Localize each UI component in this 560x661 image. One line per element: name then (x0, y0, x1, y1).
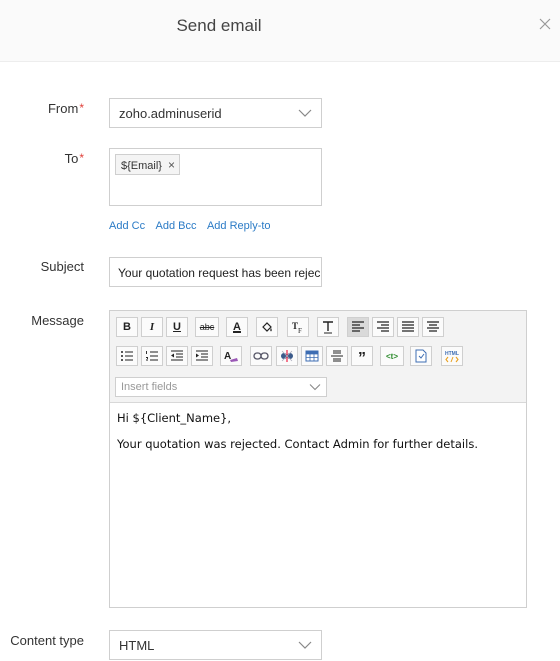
required-marker: * (79, 101, 84, 115)
svg-text:F: F (298, 327, 302, 334)
align-center-icon[interactable] (422, 317, 444, 337)
editor-toolbar: B I U abc A TF A ” <t> HTML Insert field… (110, 311, 526, 403)
to-field[interactable]: ${Email} × (109, 148, 322, 206)
message-label: Message (31, 313, 84, 328)
dialog-title: Send email (176, 16, 262, 35)
svg-text:A: A (224, 351, 231, 362)
italic-button[interactable]: I (141, 317, 163, 337)
bulleted-list-icon[interactable] (116, 346, 138, 366)
font-color-button[interactable]: A (226, 317, 248, 337)
message-line-content: Your quotation was rejected. Contact Adm… (117, 437, 478, 451)
close-icon[interactable] (537, 16, 553, 32)
blockquote-button[interactable]: ” (351, 346, 373, 367)
align-left-icon[interactable] (347, 317, 369, 337)
horizontal-rule-icon[interactable] (326, 346, 348, 366)
chevron-down-icon (298, 106, 312, 120)
from-select[interactable]: zoho.adminuserid (109, 98, 322, 128)
strikethrough-button[interactable]: abc (195, 317, 219, 337)
indent-icon[interactable] (191, 346, 213, 366)
insert-fields-select[interactable]: Insert fields (115, 377, 327, 397)
html-source-icon[interactable]: HTML (441, 346, 463, 366)
svg-text:HTML: HTML (445, 351, 459, 357)
insert-fields-placeholder: Insert fields (121, 381, 178, 393)
message-line-greeting: Hi ${Client_Name}, (117, 411, 232, 425)
recipient-chip: ${Email} × (115, 154, 180, 175)
from-value: zoho.adminuserid (119, 106, 222, 121)
required-marker: * (79, 151, 84, 165)
add-cc-link[interactable]: Add Cc (109, 220, 145, 232)
from-label: From* (47, 101, 84, 116)
underline-button[interactable]: U (166, 317, 188, 337)
subject-input[interactable]: Your quotation request has been rejec (109, 257, 322, 287)
font-size-icon[interactable]: TF (287, 317, 309, 337)
add-bcc-link[interactable]: Add Bcc (156, 220, 197, 232)
code-button[interactable]: <t> (380, 346, 404, 366)
chevron-down-icon (298, 638, 312, 652)
highlight-icon[interactable] (256, 317, 278, 337)
recipient-links: Add Cc Add Bcc Add Reply-to (109, 220, 279, 232)
message-editor: B I U abc A TF A ” <t> HTML Insert field… (109, 310, 527, 608)
dialog-header: Send email (0, 0, 560, 62)
outdent-icon[interactable] (166, 346, 188, 366)
insert-file-icon[interactable] (410, 346, 432, 366)
clear-format-icon[interactable]: A (220, 346, 242, 366)
link-icon[interactable] (250, 346, 272, 366)
content-type-value: HTML (119, 638, 155, 653)
chip-remove-icon[interactable]: × (168, 158, 175, 172)
insert-image-icon[interactable] (276, 346, 298, 366)
justify-icon[interactable] (397, 317, 419, 337)
message-body[interactable]: Hi ${Client_Name}, Your quotation was re… (117, 411, 478, 463)
content-type-select[interactable]: HTML (109, 630, 322, 660)
subject-label: Subject (40, 259, 84, 274)
numbered-list-icon[interactable] (141, 346, 163, 366)
text-format-icon[interactable] (317, 317, 339, 337)
table-icon[interactable] (301, 346, 323, 366)
to-label: To* (64, 151, 84, 166)
align-right-icon[interactable] (372, 317, 394, 337)
add-reply-to-link[interactable]: Add Reply-to (207, 220, 271, 232)
recipient-chip-label: ${Email} (121, 160, 162, 172)
bold-button[interactable]: B (116, 317, 138, 337)
content-type-label: Content type (10, 633, 84, 648)
chevron-down-icon (309, 381, 321, 393)
